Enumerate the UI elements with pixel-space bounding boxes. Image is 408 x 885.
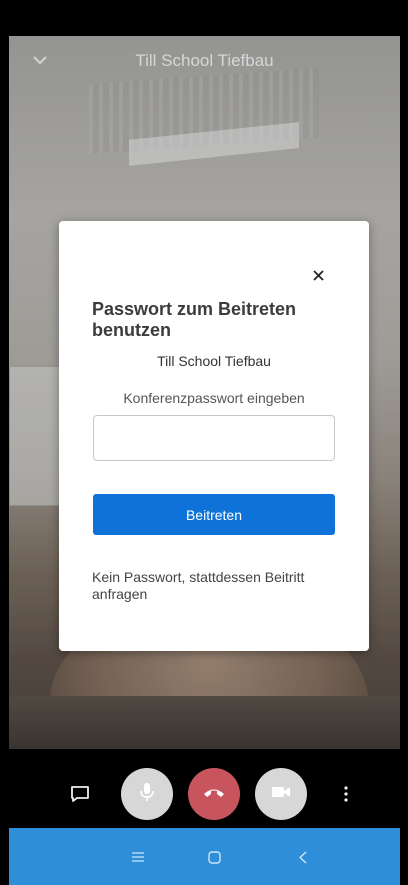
recent-apps-icon[interactable] — [123, 844, 153, 870]
close-icon[interactable] — [307, 264, 329, 286]
hangup-icon — [202, 785, 226, 803]
password-dialog: Passwort zum Beitreten benutzen Till Sch… — [59, 221, 369, 651]
microphone-button[interactable] — [121, 768, 173, 820]
call-controls — [9, 760, 400, 828]
home-icon[interactable] — [199, 844, 229, 870]
camera-icon — [271, 785, 291, 804]
android-navigation-bar — [9, 828, 400, 885]
dialog-title: Passwort zum Beitreten benutzen — [92, 299, 297, 340]
camera-button[interactable] — [255, 768, 307, 820]
join-button[interactable]: Beitreten — [93, 494, 335, 535]
chat-icon[interactable] — [67, 782, 93, 806]
microphone-icon — [139, 781, 155, 808]
more-options-icon[interactable] — [339, 782, 353, 806]
hangup-button[interactable] — [188, 768, 240, 820]
password-label: Konferenzpasswort eingeben — [123, 390, 305, 406]
request-entry-link[interactable]: Kein Passwort, stattdessen Beitritt anfr… — [92, 569, 342, 603]
password-input[interactable] — [93, 415, 335, 461]
back-icon[interactable] — [288, 844, 318, 870]
meeting-name: Till School Tiefbau — [157, 353, 271, 369]
status-bar — [0, 0, 408, 36]
